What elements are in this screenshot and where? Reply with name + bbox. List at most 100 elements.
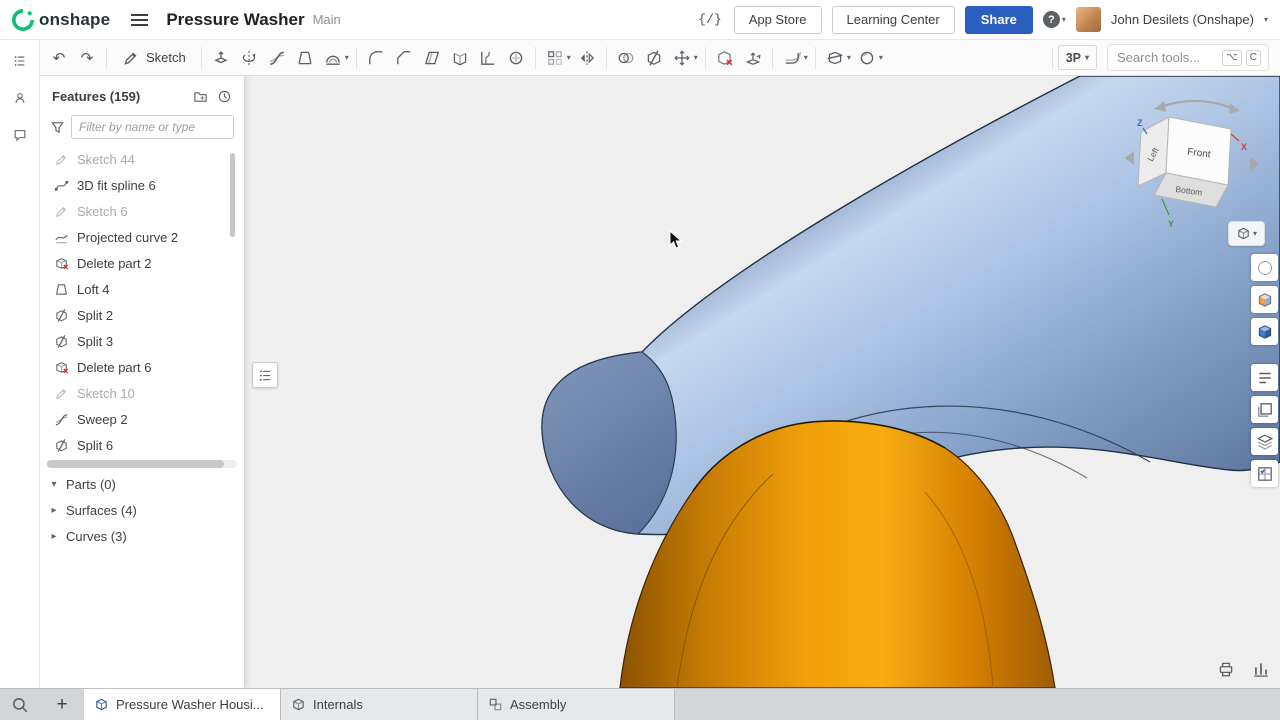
extrude-button[interactable]	[207, 44, 235, 72]
perspective-toggle-button[interactable]: 3P ▾	[1058, 45, 1097, 70]
feature-filter-input[interactable]	[71, 115, 234, 139]
rotate-arc-icon[interactable]	[1155, 101, 1239, 111]
insert-folder-button[interactable]	[188, 84, 212, 108]
perspective-caret-icon: ▾	[1085, 53, 1089, 62]
hole-button[interactable]	[502, 44, 530, 72]
fillet-button[interactable]	[362, 44, 390, 72]
sheet-metal-button[interactable]	[778, 44, 806, 72]
appearance-sphere-button[interactable]	[1251, 254, 1278, 281]
learning-center-button[interactable]: Learning Center	[832, 6, 955, 34]
history-button[interactable]	[212, 84, 236, 108]
view-cube[interactable]: Front Left Bottom Z X Y	[1117, 84, 1267, 234]
avatar[interactable]	[1076, 7, 1101, 32]
sketch-button[interactable]: Sketch	[112, 44, 196, 72]
share-button[interactable]: Share	[965, 6, 1033, 34]
user-caret-icon[interactable]: ▾	[1264, 15, 1268, 24]
rib-button[interactable]	[474, 44, 502, 72]
shell-button[interactable]	[446, 44, 474, 72]
feature-item[interactable]: Split 2	[40, 302, 244, 328]
delete-face-button[interactable]	[711, 44, 739, 72]
fillet-icon	[367, 49, 385, 67]
isolate-cube-button[interactable]	[1251, 318, 1278, 345]
revolve-button[interactable]	[235, 44, 263, 72]
feature-item[interactable]: Split 3	[40, 328, 244, 354]
help-caret-icon: ▾	[1062, 15, 1066, 24]
workspace-name[interactable]: Main	[313, 12, 341, 27]
help-menu[interactable]: ? ▾	[1043, 11, 1066, 28]
grid-check-button[interactable]	[1251, 460, 1278, 487]
3d-viewport[interactable]: Front Left Bottom Z X Y ▾	[245, 76, 1280, 688]
follow-mode-button[interactable]	[7, 85, 33, 111]
feature-item[interactable]: Delete part 2	[40, 250, 244, 276]
tab-pressure-washer-housing[interactable]: Pressure Washer Housi...	[84, 689, 281, 720]
vertical-scrollbar[interactable]	[230, 153, 235, 237]
feature-item[interactable]: Sketch 10	[40, 380, 244, 406]
split-button[interactable]	[640, 44, 668, 72]
list-options-button[interactable]	[1251, 364, 1278, 391]
transform-caret-icon[interactable]: ▾	[694, 53, 698, 62]
thicken-caret-icon[interactable]: ▾	[345, 53, 349, 62]
part-housing-endcap[interactable]	[542, 352, 676, 534]
main-menu-icon[interactable]	[126, 7, 152, 33]
duplicate-view-button[interactable]	[1251, 396, 1278, 423]
filter-icon[interactable]	[50, 120, 65, 135]
chamfer-button[interactable]	[390, 44, 418, 72]
onshape-logo[interactable]: onshape	[12, 9, 110, 31]
layers-icon	[1256, 433, 1274, 451]
scale-columns-icon[interactable]	[1252, 660, 1270, 678]
section-curves[interactable]: ▸ Curves (3)	[40, 523, 244, 549]
mirror-button[interactable]	[573, 44, 601, 72]
undo-button[interactable]: ↶	[45, 44, 73, 72]
tab-internals[interactable]: Internals	[281, 689, 478, 720]
feature-item[interactable]: Loft 4	[40, 276, 244, 302]
section-caret-icon[interactable]: ▾	[847, 53, 851, 62]
printer-icon[interactable]	[1217, 660, 1235, 678]
new-tab-button[interactable]: +	[40, 689, 84, 720]
move-face-button[interactable]	[739, 44, 767, 72]
feature-item[interactable]: Sketch 6	[40, 198, 244, 224]
sweep-button[interactable]	[263, 44, 291, 72]
feature-item[interactable]: Sketch 44	[40, 146, 244, 172]
split-icon	[645, 49, 663, 67]
draft-button[interactable]	[418, 44, 446, 72]
rotate-east-arrow-icon[interactable]	[1250, 157, 1259, 171]
model-tree-button[interactable]	[7, 48, 33, 74]
pattern-caret-icon[interactable]: ▾	[567, 53, 571, 62]
rotate-left-arrow-icon[interactable]	[1155, 101, 1166, 112]
transform-button[interactable]	[668, 44, 696, 72]
feature-tree-toggle-button[interactable]	[252, 362, 278, 388]
tab-assembly[interactable]: Assembly	[478, 689, 675, 720]
horizontal-scrollbar[interactable]	[47, 460, 237, 468]
loft-button[interactable]	[291, 44, 319, 72]
view-options-button[interactable]: ▾	[1228, 221, 1265, 246]
feature-item[interactable]: Split 6	[40, 432, 244, 458]
section-parts[interactable]: ▾ Parts (0)	[40, 471, 244, 497]
delete-part-icon	[54, 256, 69, 271]
feature-item[interactable]: Delete part 6	[40, 354, 244, 380]
document-search-button[interactable]	[0, 689, 40, 720]
linear-pattern-button[interactable]	[541, 44, 569, 72]
appearance-button[interactable]	[853, 44, 881, 72]
comments-button[interactable]	[7, 122, 33, 148]
shaded-cube-button[interactable]	[1251, 286, 1278, 313]
featurescript-icon[interactable]: {/}	[698, 12, 721, 27]
feature-item[interactable]: Sweep 2	[40, 406, 244, 432]
search-tools-input[interactable]	[1115, 49, 1218, 66]
rotate-west-arrow-icon[interactable]	[1125, 151, 1134, 165]
sheet-metal-caret-icon[interactable]: ▾	[804, 53, 808, 62]
feature-item[interactable]: 3D fit spline 6	[40, 172, 244, 198]
redo-button[interactable]: ↷	[73, 44, 101, 72]
user-menu-label[interactable]: John Desilets (Onshape)	[1111, 12, 1254, 27]
app-store-button[interactable]: App Store	[734, 6, 822, 34]
section-view-button[interactable]	[821, 44, 849, 72]
thicken-button[interactable]	[319, 44, 347, 72]
section-surfaces[interactable]: ▸ Surfaces (4)	[40, 497, 244, 523]
horizontal-scrollbar-thumb[interactable]	[47, 460, 224, 468]
appearance-caret-icon[interactable]: ▾	[879, 53, 883, 62]
feature-item[interactable]: Projected curve 2	[40, 224, 244, 250]
rotate-right-arrow-icon[interactable]	[1229, 103, 1239, 114]
search-tools[interactable]: ⌥ C	[1107, 44, 1269, 71]
boolean-button[interactable]	[612, 44, 640, 72]
layers-button[interactable]	[1251, 428, 1278, 455]
view-options-caret-icon: ▾	[1253, 229, 1257, 238]
